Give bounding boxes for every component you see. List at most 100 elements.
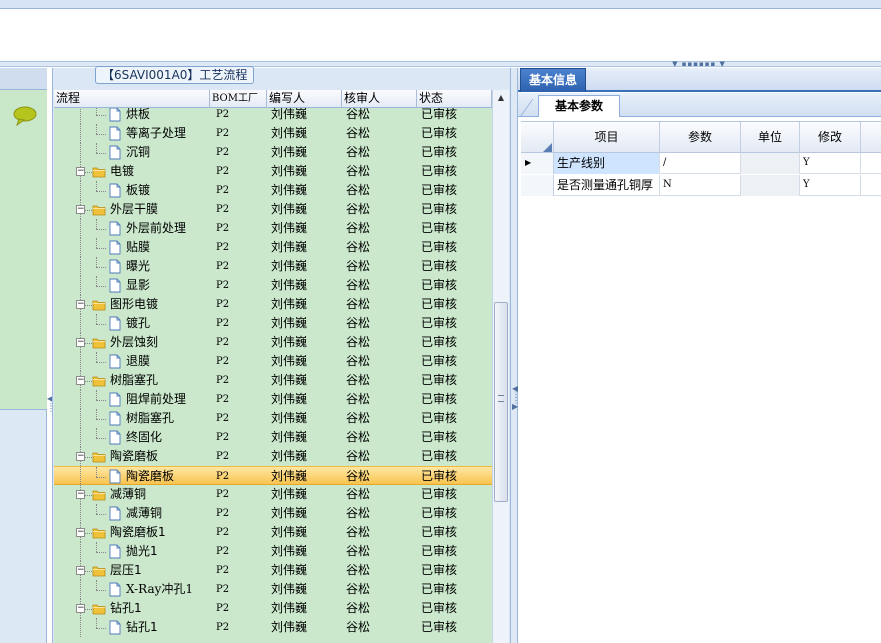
tree-row[interactable]: − 电镀 P2 刘伟巍 谷松 已审核 bbox=[54, 162, 492, 181]
tree-row[interactable]: − 图形电镀 P2 刘伟巍 谷松 已审核 bbox=[54, 295, 492, 314]
tree-connector bbox=[85, 495, 92, 496]
author-cell: 刘伟巍 bbox=[271, 373, 308, 387]
tree-row[interactable]: − 树脂塞孔 P2 刘伟巍 谷松 已审核 bbox=[54, 371, 492, 390]
collapse-icon[interactable]: − bbox=[76, 528, 85, 537]
tree-row[interactable]: 镀孔 P2 刘伟巍 谷松 已审核 bbox=[54, 314, 492, 333]
vertical-splitter-grip[interactable]: ◀ ⋮ ⋮ ▶ bbox=[512, 385, 520, 446]
tree-row[interactable]: 板镀 P2 刘伟巍 谷松 已审核 bbox=[54, 181, 492, 200]
tree-row[interactable]: 树脂塞孔 P2 刘伟巍 谷松 已审核 bbox=[54, 409, 492, 428]
tree-row[interactable]: − 陶瓷磨板1 P2 刘伟巍 谷松 已审核 bbox=[54, 523, 492, 542]
reviewer-cell: 谷松 bbox=[346, 221, 371, 235]
status-cell: 已审核 bbox=[421, 278, 458, 292]
tab-basic-info[interactable]: 基本信息 bbox=[520, 68, 586, 92]
folder-icon bbox=[92, 202, 106, 217]
collapse-icon[interactable]: − bbox=[76, 452, 85, 461]
tree-row[interactable]: 陶瓷磨板 P2 刘伟巍 谷松 已审核 bbox=[54, 466, 492, 486]
collapse-icon[interactable]: − bbox=[76, 167, 85, 176]
grid-row[interactable]: 是否测量通孔铜厚 N Y bbox=[521, 175, 881, 196]
param-cell[interactable]: / bbox=[660, 153, 741, 174]
col-header-reviewer[interactable]: 核审人 bbox=[342, 90, 417, 108]
tree-row[interactable]: 显影 P2 刘伟巍 谷松 已审核 bbox=[54, 276, 492, 295]
tree-row[interactable]: − 外层干膜 P2 刘伟巍 谷松 已审核 bbox=[54, 200, 492, 219]
tree-row[interactable]: 烘板 P2 刘伟巍 谷松 已审核 bbox=[54, 108, 492, 124]
document-icon bbox=[108, 544, 122, 559]
modify-cell[interactable]: Y bbox=[800, 153, 861, 174]
param-cell[interactable]: N bbox=[660, 175, 741, 196]
status-cell: 已审核 bbox=[421, 469, 458, 483]
collapse-icon[interactable]: − bbox=[76, 376, 85, 385]
reviewer-cell: 谷松 bbox=[346, 202, 371, 216]
grid-col-unit[interactable]: 单位 bbox=[741, 122, 800, 153]
status-cell: 已审核 bbox=[421, 430, 458, 444]
tree-connector bbox=[80, 467, 81, 486]
tree-row[interactable]: 沉铜 P2 刘伟巍 谷松 已审核 bbox=[54, 143, 492, 162]
grid-col-modify[interactable]: 修改 bbox=[800, 122, 861, 153]
tree-scrollbar[interactable]: ▲ bbox=[492, 90, 509, 643]
scroll-thumb[interactable] bbox=[494, 302, 508, 502]
tree-connector bbox=[96, 477, 106, 478]
vertical-splitter[interactable] bbox=[510, 68, 518, 643]
collapse-icon[interactable]: − bbox=[76, 566, 85, 575]
tree-connector bbox=[96, 390, 97, 400]
tree-row[interactable]: 抛光1 P2 刘伟巍 谷松 已审核 bbox=[54, 542, 492, 561]
collapse-icon[interactable]: − bbox=[76, 338, 85, 347]
tree-row[interactable]: 曝光 P2 刘伟巍 谷松 已审核 bbox=[54, 257, 492, 276]
tree-row[interactable]: 贴膜 P2 刘伟巍 谷松 已审核 bbox=[54, 238, 492, 257]
tab-basic-params[interactable]: 基本参数 bbox=[538, 95, 620, 117]
bom-cell: P2 bbox=[216, 451, 230, 462]
folder-icon bbox=[92, 335, 106, 350]
tree-row[interactable]: 等离子处理 P2 刘伟巍 谷松 已审核 bbox=[54, 124, 492, 143]
grid-corner[interactable] bbox=[521, 122, 554, 153]
reviewer-cell: 谷松 bbox=[346, 335, 371, 349]
author-cell: 刘伟巍 bbox=[271, 525, 308, 539]
collapse-icon[interactable]: − bbox=[76, 300, 85, 309]
chat-bubble-icon[interactable] bbox=[12, 106, 38, 126]
tree-row[interactable]: − 减薄铜 P2 刘伟巍 谷松 已审核 bbox=[54, 485, 492, 504]
col-header-status[interactable]: 状态 bbox=[417, 90, 492, 108]
tree-connector bbox=[80, 276, 81, 295]
tree-row[interactable]: 减薄铜 P2 刘伟巍 谷松 已审核 bbox=[54, 504, 492, 523]
tree-row[interactable]: 阻焊前处理 P2 刘伟巍 谷松 已审核 bbox=[54, 390, 492, 409]
grid-header: 项目 参数 单位 修改 bbox=[521, 121, 881, 153]
splitter-grip-icon[interactable]: ▼ ▪▪▪▪▪▪ ▼ bbox=[664, 61, 734, 68]
tree-connector bbox=[85, 210, 92, 211]
collapse-icon[interactable]: − bbox=[76, 490, 85, 499]
grid-col-param[interactable]: 参数 bbox=[660, 122, 741, 153]
tree-connector bbox=[96, 504, 97, 514]
tree-connector bbox=[96, 362, 106, 363]
grid-row[interactable]: ▶ 生产线别 / Y bbox=[521, 153, 881, 174]
bom-cell: P2 bbox=[216, 337, 230, 348]
collapse-icon[interactable]: − bbox=[76, 604, 85, 613]
tree-connector bbox=[96, 143, 97, 153]
tree-row[interactable]: X-Ray冲孔1 P2 刘伟巍 谷松 已审核 bbox=[54, 580, 492, 599]
tree-row[interactable]: 外层前处理 P2 刘伟巍 谷松 已审核 bbox=[54, 219, 492, 238]
reviewer-cell: 谷松 bbox=[346, 544, 371, 558]
current-row-arrow-icon[interactable]: ▶ bbox=[521, 153, 554, 174]
tree-connector bbox=[96, 409, 97, 419]
item-cell[interactable]: 是否测量通孔铜厚 bbox=[554, 175, 660, 196]
item-cell[interactable]: 生产线别 bbox=[554, 153, 660, 174]
scroll-up-arrow-icon[interactable]: ▲ bbox=[493, 90, 509, 106]
tree-row[interactable]: 退膜 P2 刘伟巍 谷松 已审核 bbox=[54, 352, 492, 371]
author-cell: 刘伟巍 bbox=[271, 335, 308, 349]
row-header[interactable] bbox=[521, 175, 554, 196]
col-header-process[interactable]: 流程 bbox=[54, 90, 210, 108]
tree-row[interactable]: − 陶瓷磨板 P2 刘伟巍 谷松 已审核 bbox=[54, 447, 492, 466]
modify-cell[interactable]: Y bbox=[800, 175, 861, 196]
tree-connector bbox=[96, 181, 97, 191]
tree-row[interactable]: 终固化 P2 刘伟巍 谷松 已审核 bbox=[54, 428, 492, 447]
tree-row[interactable]: − 层压1 P2 刘伟巍 谷松 已审核 bbox=[54, 561, 492, 580]
col-header-bom[interactable]: BOM工厂 bbox=[210, 90, 267, 108]
status-cell: 已审核 bbox=[421, 221, 458, 235]
status-cell: 已审核 bbox=[421, 297, 458, 311]
author-cell: 刘伟巍 bbox=[271, 183, 308, 197]
bom-cell: P2 bbox=[216, 280, 230, 291]
unit-cell[interactable] bbox=[741, 175, 800, 196]
collapse-icon[interactable]: − bbox=[76, 205, 85, 214]
tree-row[interactable]: − 钻孔1 P2 刘伟巍 谷松 已审核 bbox=[54, 599, 492, 618]
grid-col-item[interactable]: 项目 bbox=[554, 122, 660, 153]
tree-row[interactable]: 钻孔1 P2 刘伟巍 谷松 已审核 bbox=[54, 618, 492, 637]
tree-row[interactable]: − 外层蚀刻 P2 刘伟巍 谷松 已审核 bbox=[54, 333, 492, 352]
unit-cell[interactable] bbox=[741, 153, 800, 174]
col-header-author[interactable]: 编写人 bbox=[267, 90, 342, 108]
